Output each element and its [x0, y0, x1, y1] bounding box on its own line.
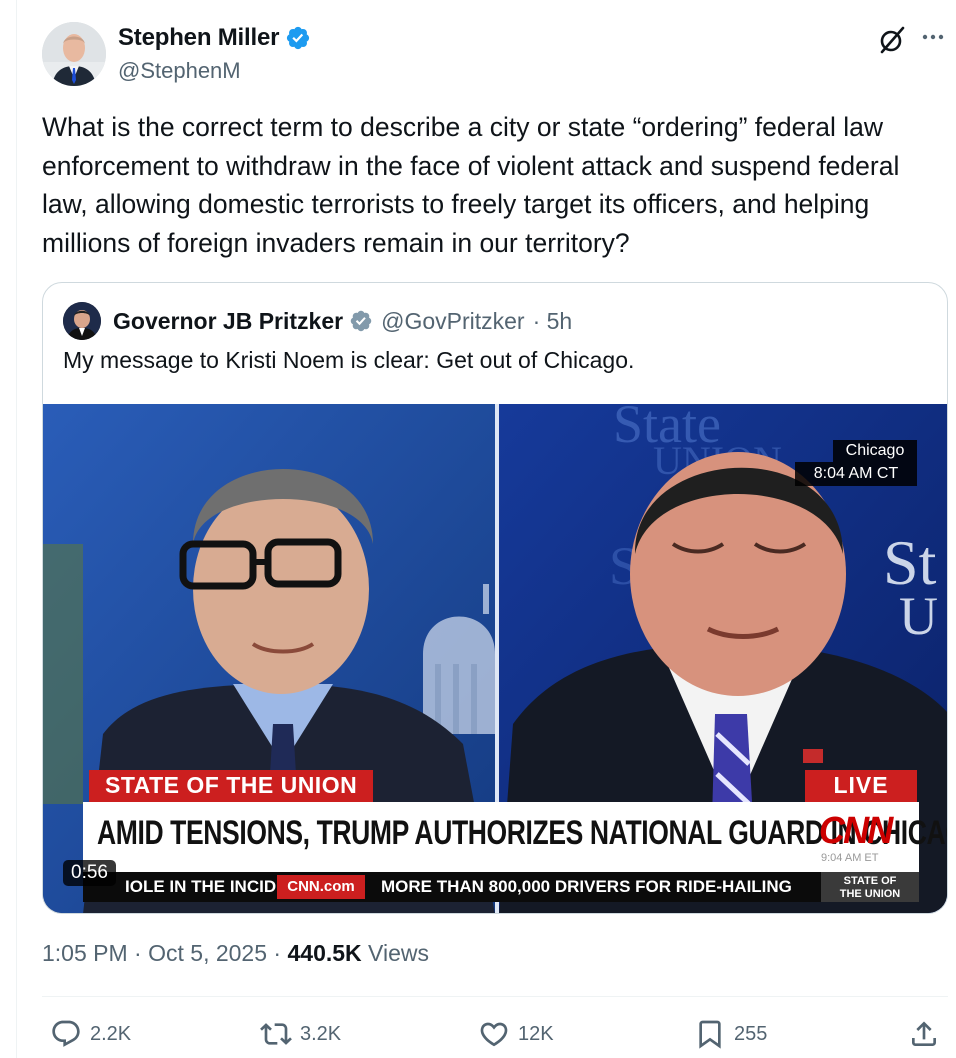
video-duration: 0:56 [63, 860, 116, 886]
reply-count: 2.2K [90, 1022, 132, 1045]
meta-separator: · [127, 940, 149, 966]
repost-icon [260, 1023, 292, 1045]
news-ticker: IOLE IN THE INCIDENT. CNN.com MORE THAN … [83, 872, 919, 902]
tweet-text: What is the correct term to describe a c… [42, 112, 900, 258]
heart-icon [480, 1022, 508, 1047]
meta-separator: · [267, 940, 288, 966]
chyron-time: 9:04 AM ET [821, 852, 879, 864]
like-button[interactable]: 12K [478, 1018, 554, 1050]
quoted-tweet-time[interactable]: · 5h [533, 308, 573, 335]
ticker-brand: CNN.com [277, 875, 365, 899]
repost-count: 3.2K [300, 1022, 342, 1045]
bookmark-count: 255 [734, 1022, 768, 1045]
quoted-author-avatar[interactable] [63, 302, 101, 340]
cnn-logo: CNN [818, 810, 893, 852]
author-avatar[interactable] [42, 22, 106, 86]
svg-text:U: U [899, 586, 938, 646]
reply-icon [52, 1020, 80, 1047]
video-player[interactable]: State UNION S St U Chicago 8:04 AM CT ST… [43, 404, 947, 913]
author-handle[interactable]: @StephenM [118, 58, 241, 84]
show-tag: STATE OF THE UNION [89, 770, 374, 802]
verified-badge-icon [287, 26, 310, 50]
quoted-tweet-card[interactable]: Governor JB Pritzker @GovPritzker · 5h M… [42, 282, 948, 914]
grok-icon[interactable] [876, 24, 908, 56]
ticker-text-right: MORE THAN 800,000 DRIVERS FOR RIDE-HAILI… [381, 877, 792, 896]
repost-button[interactable]: 3.2K [260, 1018, 341, 1050]
post-date[interactable]: Oct 5, 2025 [148, 940, 267, 966]
tweet-header: Stephen Miller @StephenM [42, 20, 944, 88]
bookmark-icon [699, 1020, 721, 1049]
timeline-border [16, 0, 17, 1058]
author-name[interactable]: Stephen Miller [118, 24, 279, 52]
quoted-author-name[interactable]: Governor JB Pritzker [113, 308, 343, 335]
quoted-tweet-text: My message to Kristi Noem is clear: Get … [63, 347, 635, 373]
ticker-show-line2: THE UNION [839, 888, 901, 900]
post-time[interactable]: 1:05 PM [42, 940, 128, 966]
action-bar: 2.2K 3.2K 12K 255 [42, 1012, 942, 1056]
location-label: Chicago [833, 440, 917, 462]
share-button[interactable] [908, 1018, 940, 1055]
more-options-icon[interactable] [918, 22, 948, 52]
live-badge: LIVE [805, 770, 917, 802]
divider [42, 996, 948, 997]
quoted-author-handle[interactable]: @GovPritzker [381, 308, 524, 335]
bookmark-button[interactable]: 255 [694, 1018, 767, 1050]
ticker-show-label: STATE OF THE UNION [821, 872, 919, 902]
reply-button[interactable]: 2.2K [50, 1018, 131, 1050]
share-icon [912, 1021, 936, 1046]
views-label: Views [361, 940, 429, 966]
ticker-show-line1: STATE OF [843, 875, 897, 887]
chyron: AMID TENSIONS, TRUMP AUTHORIZES NATIONAL… [83, 802, 947, 872]
local-time-label: 8:04 AM CT [795, 462, 917, 486]
gov-verified-badge-icon [350, 310, 372, 332]
like-count: 12K [518, 1022, 554, 1045]
tweet-meta: 1:05 PM · Oct 5, 2025 · 440.5K Views [42, 940, 429, 967]
views-count: 440.5K [287, 940, 362, 966]
